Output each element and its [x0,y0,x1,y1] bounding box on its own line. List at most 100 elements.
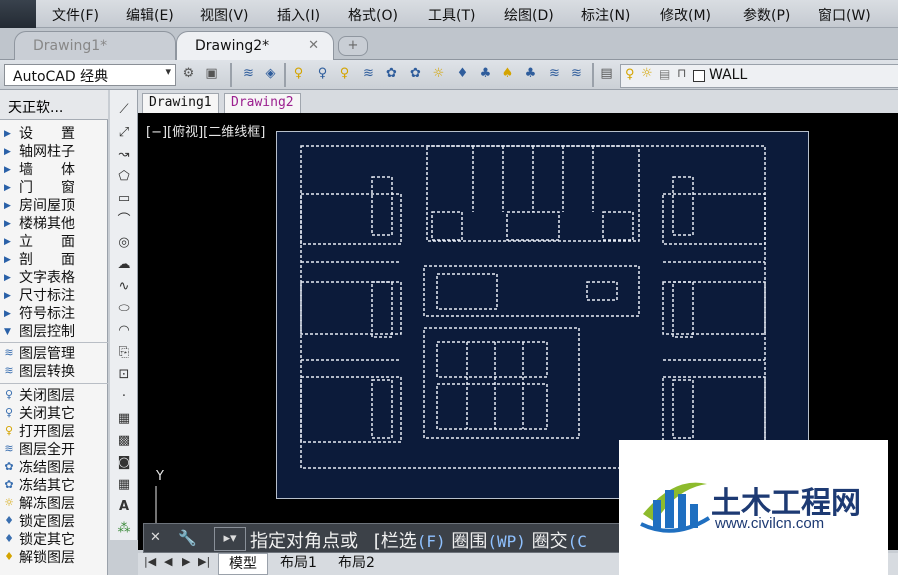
close-icon[interactable]: ✕ [308,38,319,53]
option-fence[interactable]: 栏选(F) [381,531,446,552]
tz-menu-item[interactable]: ▶ 符号标注 [0,305,108,323]
tz-menu-item[interactable]: ▶ 门 窗 [0,179,108,197]
workspace-settings-icon[interactable]: ▣ [203,65,220,83]
close-icon[interactable]: ✕ [150,530,161,545]
layer-walk-icon[interactable]: ♣ [522,65,539,83]
tz-menu-item[interactable]: ▶ 楼梯其他 [0,215,108,233]
lightbulb-icon[interactable]: ♀ [290,65,307,83]
rectangle-icon[interactable]: ▭ [114,189,134,209]
menu-draw[interactable]: 绘图(D) [504,5,554,25]
workspace-select[interactable]: AutoCAD 经典 ▾ [4,64,176,86]
tz-submenu-item[interactable]: ✿ 冻结其它 [0,477,108,495]
arc-icon[interactable]: ⌒ [114,211,134,231]
ellipse-icon[interactable]: ⬭ [114,299,134,319]
layer-lock-icon[interactable]: ♦ [454,65,471,83]
layer-match-icon[interactable]: ♠ [499,65,516,83]
ellipse-arc-icon[interactable]: ◠ [114,321,134,341]
tz-submenu-item[interactable]: ≋ 图层转换 [0,363,108,381]
menu-parametric[interactable]: 参数(P) [743,5,790,25]
command-line[interactable]: ✕ 🔧 ▸▾ 指定对角点或 [栏选(F) 圈围(WP) 圈交(C [143,523,621,553]
region-icon[interactable]: ◙ [114,453,134,473]
new-tab-button[interactable]: + [338,36,368,56]
tz-menu-item[interactable]: ▶ 设 置 [0,125,108,143]
dwg-tab-drawing1[interactable]: Drawing1 [142,93,219,113]
tz-menu-item[interactable]: ▶ 轴网柱子 [0,143,108,161]
menu-file[interactable]: 文件(F) [52,5,99,25]
menu-dimension[interactable]: 标注(N) [581,5,630,25]
tz-menu-item[interactable]: ▶ 剖 面 [0,251,108,269]
line-icon[interactable]: ⟋ [114,100,134,120]
revision-cloud-icon[interactable]: ☁ [114,255,134,275]
tz-menu-item[interactable]: ▶ 尺寸标注 [0,287,108,305]
dwg-tab-drawing2[interactable]: Drawing2 [224,93,301,113]
gear-icon[interactable]: ⚙ [180,65,197,83]
tab-layout1[interactable]: 布局1 [270,553,327,573]
polyline-icon[interactable]: ↝ [114,145,134,165]
layers-icon[interactable]: ≋ [240,65,257,83]
construction-line-icon[interactable]: ⤢ [114,123,134,143]
tab-drawing2[interactable]: Drawing2* ✕ [176,31,334,60]
tz-menu-item[interactable]: ▶ 立 面 [0,233,108,251]
thaw-icon[interactable]: ☼ [430,65,447,83]
menu-insert[interactable]: 插入(I) [277,5,320,25]
tz-submenu-item[interactable]: ♦ 锁定其它 [0,531,108,549]
option-wpolygon[interactable]: 圈围(WP) [451,531,526,552]
layer-merge-icon[interactable]: ≋ [546,65,563,83]
layer-unlock-icon[interactable]: ♣ [477,65,494,83]
point-icon[interactable]: · [114,387,134,407]
next-layout-icon[interactable]: ▶ [182,555,190,568]
gradient-icon[interactable]: ▩ [114,431,134,451]
last-layout-icon[interactable]: ▶| [198,555,210,568]
divider [0,383,108,384]
tz-submenu-item[interactable]: ♀ 关闭图层 [0,387,108,405]
tz-submenu-item[interactable]: ✿ 冻结图层 [0,459,108,477]
tz-submenu-item[interactable]: ☼ 解冻图层 [0,495,108,513]
text-icon[interactable]: A [114,497,134,517]
tz-submenu-item[interactable]: ≋ 图层全开 [0,441,108,459]
layer-freeze-icon[interactable]: ≋ [360,65,377,83]
tz-menu-item[interactable]: ▶ 文字表格 [0,269,108,287]
tz-submenu-item[interactable]: ≋ 图层管理 [0,345,108,363]
layer-isolate-icon[interactable]: ♀ [314,65,331,83]
option-cpolygon[interactable]: 圈交(C [532,531,587,552]
make-block-icon[interactable]: ⊡ [114,365,134,385]
tz-submenu-item[interactable]: ♦ 锁定图层 [0,513,108,531]
viewport-controls-label[interactable]: [−][俯视][二维线框] [146,121,265,140]
layer-select[interactable]: ♀ ☼ ▤ ⊓ WALL [620,64,898,88]
layer-delete-icon[interactable]: ≋ [568,65,585,83]
prev-layout-icon[interactable]: ◀ [164,555,172,568]
first-layout-icon[interactable]: |◀ [144,555,156,568]
insert-block-icon[interactable]: ⎘ [114,343,134,363]
spline-icon[interactable]: ∿ [114,277,134,297]
layer-state-icon[interactable]: ◈ [262,65,279,83]
tz-menu-item-open[interactable]: ▼ 图层控制 [0,323,108,341]
wrench-icon[interactable]: 🔧 [178,529,197,547]
layer-on-icon[interactable]: ♀ [336,65,353,83]
app-menu-button[interactable] [0,0,36,28]
tz-submenu-item[interactable]: ♦ 解锁图层 [0,549,108,567]
menu-edit[interactable]: 编辑(E) [126,5,174,25]
tab-model[interactable]: 模型 [218,553,268,575]
menu-view[interactable]: 视图(V) [200,5,249,25]
panel-title[interactable]: 天正软... [0,90,108,120]
tab-label: Drawing2* [195,38,270,54]
layer-properties-icon[interactable]: ▤ [598,65,615,83]
menu-window[interactable]: 窗口(W) [818,5,871,25]
tab-layout2[interactable]: 布局2 [328,553,385,573]
tz-menu-item[interactable]: ▶ 墙 体 [0,161,108,179]
menu-modify[interactable]: 修改(M) [660,5,711,25]
tz-submenu-item[interactable]: ♀ 打开图层 [0,423,108,441]
sun-icon[interactable]: ✿ [383,65,400,83]
tz-menu-item[interactable]: ▶ 房间屋顶 [0,197,108,215]
circle-icon[interactable]: ◎ [114,233,134,253]
snowflake-icon[interactable]: ✿ [407,65,424,83]
menu-format[interactable]: 格式(O) [348,5,398,25]
hatch-icon[interactable]: ▦ [114,409,134,429]
tab-drawing1[interactable]: Drawing1* [14,31,176,60]
command-prompt-icon[interactable]: ▸▾ [214,527,246,551]
table-icon[interactable]: ▦ [114,475,134,495]
tz-submenu-item[interactable]: ♀ 关闭其它 [0,405,108,423]
add-selected-icon[interactable]: ⁂ [114,519,134,539]
polygon-icon[interactable]: ⬠ [114,167,134,187]
menu-tools[interactable]: 工具(T) [428,5,475,25]
